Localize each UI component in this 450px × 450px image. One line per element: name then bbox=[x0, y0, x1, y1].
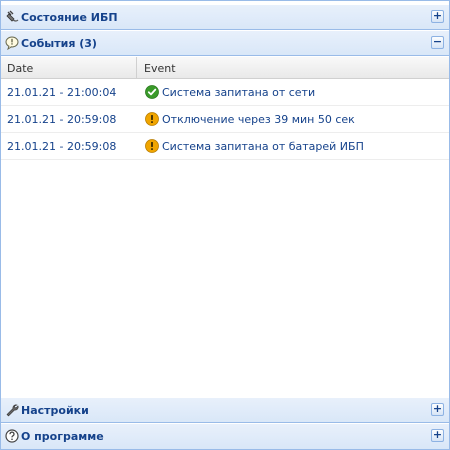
collapse-button[interactable]: − bbox=[431, 36, 444, 49]
events-title: События (3) bbox=[21, 37, 97, 50]
plug-icon bbox=[6, 10, 19, 22]
expand-button[interactable]: + bbox=[431, 10, 444, 23]
column-header-date[interactable]: Date bbox=[1, 57, 137, 79]
table-row[interactable]: 21.01.21 - 20:59:08 Отключение через 39 … bbox=[1, 106, 449, 133]
row-event-text: Система запитана от сети bbox=[162, 86, 316, 99]
table-row[interactable]: 21.01.21 - 20:59:08 Система запитана от … bbox=[1, 133, 449, 160]
ok-icon bbox=[145, 85, 159, 99]
row-date: 21.01.21 - 20:59:08 bbox=[7, 140, 117, 153]
settings-title: Настройки bbox=[21, 404, 89, 417]
warning-icon bbox=[145, 112, 159, 126]
about-panel-header[interactable]: О программе + bbox=[1, 424, 449, 449]
table-row[interactable]: 21.01.21 - 21:00:04 Система запитана от … bbox=[1, 79, 449, 106]
expand-button[interactable]: + bbox=[431, 403, 444, 416]
speech-bubble-icon bbox=[5, 36, 19, 50]
events-grid: Date Event 21.01.21 - 21:00:04 Система з… bbox=[1, 57, 449, 397]
column-header-event[interactable]: Event bbox=[138, 57, 449, 79]
ups-state-title: Состояние ИБП bbox=[21, 11, 118, 24]
about-title: О программе bbox=[21, 430, 104, 443]
wrench-icon bbox=[6, 404, 19, 417]
row-date: 21.01.21 - 21:00:04 bbox=[7, 86, 117, 99]
column-event-label: Event bbox=[144, 62, 176, 75]
events-panel-header[interactable]: События (3) − bbox=[1, 31, 449, 56]
row-event-text: Система запитана от батарей ИБП bbox=[162, 140, 364, 153]
ups-state-panel-header[interactable]: Состояние ИБП + bbox=[1, 5, 449, 30]
ups-app-window: Состояние ИБП + События (3) − Date Event… bbox=[0, 0, 450, 450]
grid-header: Date Event bbox=[1, 57, 449, 79]
expand-button[interactable]: + bbox=[431, 429, 444, 442]
help-icon bbox=[5, 429, 19, 443]
row-event-text: Отключение через 39 мин 50 сек bbox=[162, 113, 355, 126]
column-date-label: Date bbox=[7, 62, 34, 75]
row-date: 21.01.21 - 20:59:08 bbox=[7, 113, 117, 126]
settings-panel-header[interactable]: Настройки + bbox=[1, 398, 449, 423]
warning-icon bbox=[145, 139, 159, 153]
